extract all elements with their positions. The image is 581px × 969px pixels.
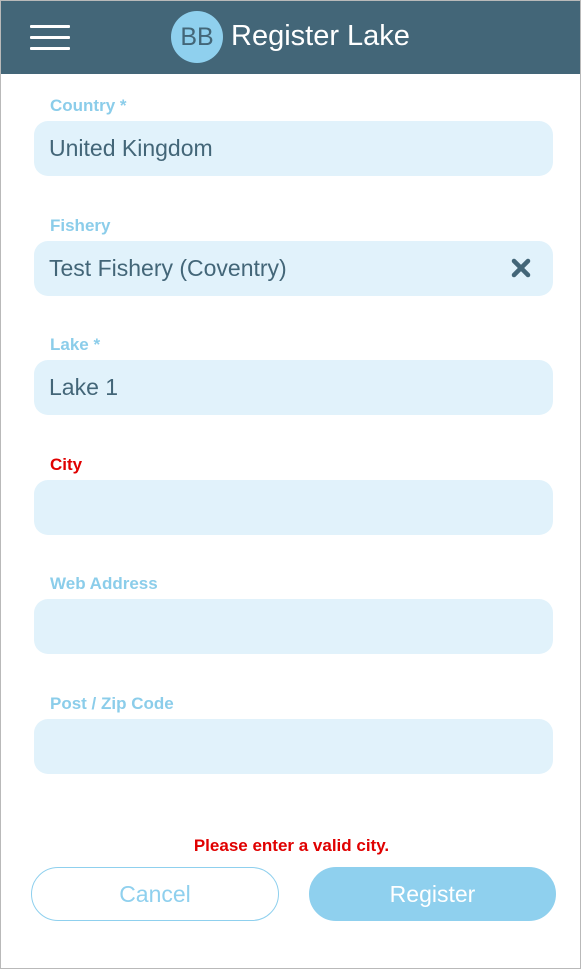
country-label: Country * [50,96,127,115]
city-label: City [50,455,83,474]
page-title: Register Lake [231,20,410,52]
fishery-field[interactable] [34,241,553,296]
post-code-label: Post / Zip Code [50,694,174,713]
register-button[interactable]: Register [309,867,556,921]
menu-line [30,36,70,39]
app-logo: BB [171,11,223,63]
menu-line [30,47,70,50]
top-bar: BB Register Lake [1,1,580,74]
city-field[interactable] [34,480,553,535]
post-code-field[interactable] [34,719,553,774]
web-address-label: Web Address [50,574,158,593]
hamburger-menu-icon[interactable] [30,25,70,51]
cancel-button[interactable]: Cancel [31,867,279,921]
lake-label: Lake * [50,335,101,354]
menu-line [30,25,70,28]
web-address-field[interactable] [34,599,553,654]
clear-fishery-icon[interactable] [510,257,532,279]
country-field[interactable] [34,121,553,176]
lake-field[interactable] [34,360,553,415]
fishery-label: Fishery [50,216,111,235]
city-error-message: Please enter a valid city. [193,836,390,855]
register-lake-screen: BB Register Lake Country * Fishery Lake … [0,0,581,969]
